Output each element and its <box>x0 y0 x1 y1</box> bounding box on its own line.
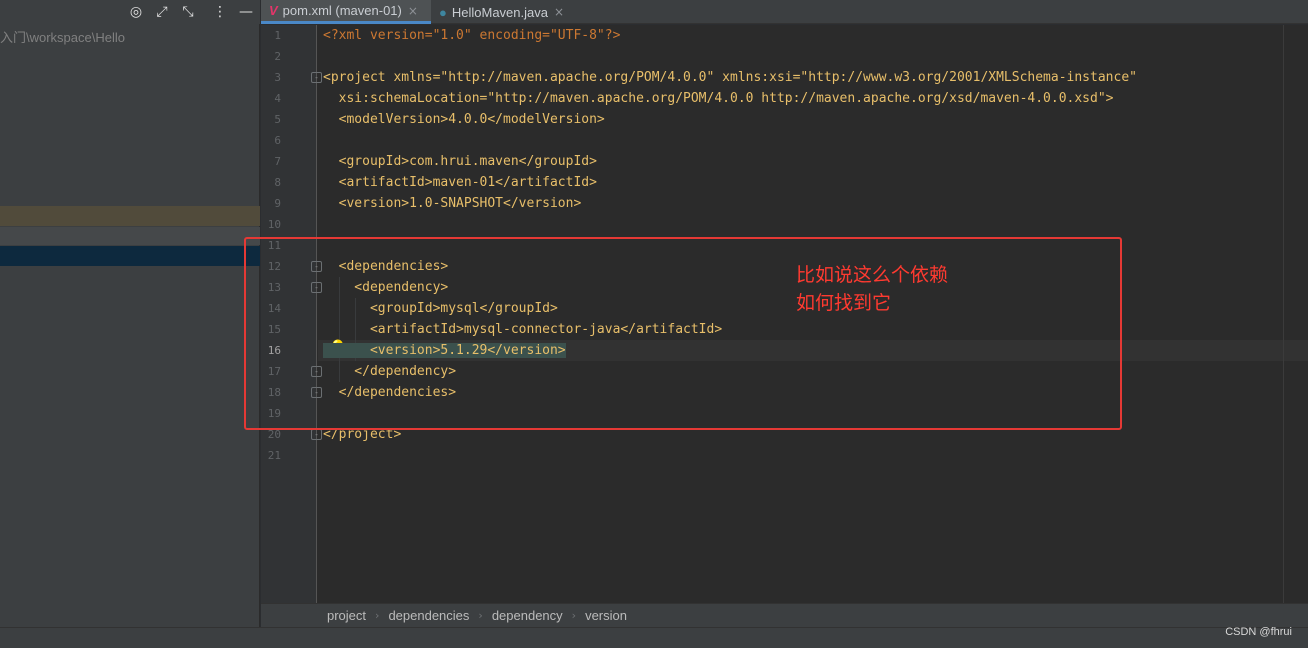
project-path[interactable]: 入门\workspace\Hello <box>0 27 125 46</box>
breadcrumb-item[interactable]: dependencies <box>388 608 469 623</box>
code-line[interactable]: <modelVersion>4.0.0</modelVersion> <box>323 109 605 130</box>
line-number: 6 <box>274 134 281 147</box>
expand-icon[interactable]: ⤢ <box>150 0 174 24</box>
tab-hellomaven-java[interactable]: ● HelloMaven.java × <box>431 0 571 24</box>
breadcrumb-item[interactable]: project <box>327 608 366 623</box>
code-line[interactable]: <version>1.0-SNAPSHOT</version> <box>323 193 582 214</box>
code-text: <artifactId>maven-01</artifactId> <box>323 175 597 190</box>
tab-label: pom.xml (maven-01) <box>282 3 402 18</box>
tree-row-highlighted[interactable] <box>0 206 260 226</box>
chevron-right-icon: › <box>571 609 577 622</box>
editor-tab-bar: V pom.xml (maven-01) × ● HelloMaven.java… <box>261 0 1308 24</box>
line-number: 21 <box>267 449 281 462</box>
code-line[interactable]: <artifactId>maven-01</artifactId> <box>323 172 597 193</box>
target-icon[interactable]: ◎ <box>124 0 148 24</box>
code-text: <project xmlns="http://maven.apache.org/… <box>323 70 1137 85</box>
code-text: <modelVersion>4.0.0</modelVersion> <box>323 112 605 127</box>
code-text: <groupId>com.hrui.maven</groupId> <box>323 154 597 169</box>
project-toolbar: ◎ ⤢ ⤡ ⋮ — <box>0 0 260 24</box>
line-number: 10 <box>267 218 281 231</box>
maven-icon: V <box>269 3 278 18</box>
watermark: CSDN @fhrui <box>1225 626 1292 638</box>
code-text: <?xml version="1.0" encoding="UTF-8"?> <box>323 28 621 43</box>
line-number: 3 <box>274 71 281 84</box>
line-number: 4 <box>274 92 281 105</box>
status-bar <box>0 627 1308 648</box>
code-text: xsi:schemaLocation="http://maven.apache.… <box>323 91 1114 106</box>
code-text: <version>1.0-SNAPSHOT</version> <box>323 196 582 211</box>
tree-row[interactable] <box>0 227 260 245</box>
chevron-right-icon: › <box>375 609 380 622</box>
java-class-icon: ● <box>439 4 447 20</box>
code-line[interactable]: xsi:schemaLocation="http://maven.apache.… <box>323 88 1114 109</box>
tree-row-selected[interactable] <box>0 246 260 266</box>
more-icon[interactable]: ⋮ <box>208 0 232 24</box>
line-number: 9 <box>274 197 281 210</box>
line-number: 7 <box>274 155 281 168</box>
line-number: 8 <box>274 176 281 189</box>
code-line[interactable]: <?xml version="1.0" encoding="UTF-8"?> <box>323 25 620 46</box>
tab-pom-xml[interactable]: V pom.xml (maven-01) × <box>261 0 431 24</box>
breadcrumb-item[interactable]: version <box>585 608 627 623</box>
breadcrumb: project › dependencies › dependency › ve… <box>261 603 1308 627</box>
annotation-box <box>244 237 1122 430</box>
minimize-icon[interactable]: — <box>234 0 258 24</box>
tab-label: HelloMaven.java <box>451 4 548 20</box>
chevron-right-icon: › <box>478 609 483 622</box>
close-icon[interactable]: × <box>554 5 564 19</box>
code-line[interactable]: <project xmlns="http://maven.apache.org/… <box>323 67 1137 88</box>
project-panel: ◎ ⤢ ⤡ ⋮ — 入门\workspace\Hello <box>0 0 260 627</box>
line-number: 2 <box>274 50 281 63</box>
line-number: 1 <box>274 29 281 42</box>
code-line[interactable]: <groupId>com.hrui.maven</groupId> <box>323 151 597 172</box>
annotation-text: 比如说这么个依赖 如何找到它 <box>796 264 949 314</box>
collapse-icon[interactable]: ⤡ <box>176 0 200 24</box>
close-icon[interactable]: × <box>408 4 418 18</box>
breadcrumb-item[interactable]: dependency <box>492 608 563 623</box>
right-margin-guide <box>1283 25 1284 603</box>
line-number: 5 <box>274 113 281 126</box>
fold-toggle-icon[interactable]: - <box>311 72 322 83</box>
fold-toggle-icon[interactable]: - <box>311 429 322 440</box>
